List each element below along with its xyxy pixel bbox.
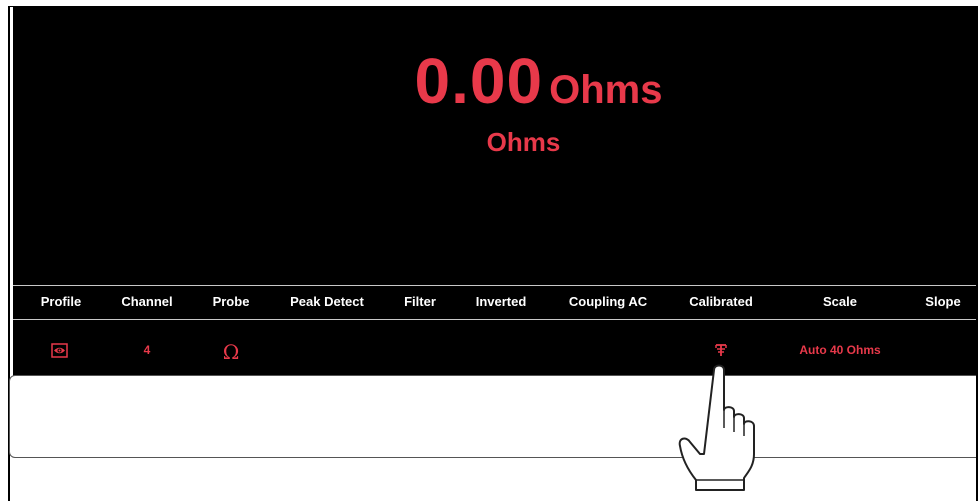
- toolbar-divider-mid: [13, 319, 978, 320]
- col-header-coupling-ac[interactable]: Coupling AC: [569, 294, 647, 309]
- probe-ohm-icon[interactable]: Ω: [223, 340, 240, 364]
- col-header-calibrated[interactable]: Calibrated: [689, 294, 753, 309]
- meter-screen: 0.00 Ohms Ohms: [13, 6, 978, 377]
- col-header-channel[interactable]: Channel: [121, 294, 172, 309]
- eye-icon[interactable]: [51, 343, 68, 358]
- col-header-profile[interactable]: Profile: [41, 294, 81, 309]
- reading-value: 0.00: [414, 45, 544, 117]
- channel-value[interactable]: 4: [144, 343, 151, 357]
- reading-sub-unit: Ohms: [486, 127, 561, 157]
- hand-pointer-icon: [678, 364, 755, 491]
- calibrate-icon[interactable]: [713, 342, 729, 358]
- col-header-peak-detect[interactable]: Peak Detect: [290, 294, 364, 309]
- bottom-panel: [9, 375, 978, 458]
- col-header-inverted[interactable]: Inverted: [476, 294, 527, 309]
- toolbar-divider-top: [13, 285, 978, 286]
- scale-value[interactable]: Auto 40 Ohms: [799, 343, 880, 357]
- main-reading: 0.00 Ohms: [13, 44, 978, 118]
- col-header-filter[interactable]: Filter: [404, 294, 436, 309]
- reading-unit: Ohms: [549, 68, 663, 112]
- col-header-probe[interactable]: Probe: [213, 294, 250, 309]
- col-header-slope[interactable]: Slope: [925, 294, 960, 309]
- col-header-scale[interactable]: Scale: [823, 294, 857, 309]
